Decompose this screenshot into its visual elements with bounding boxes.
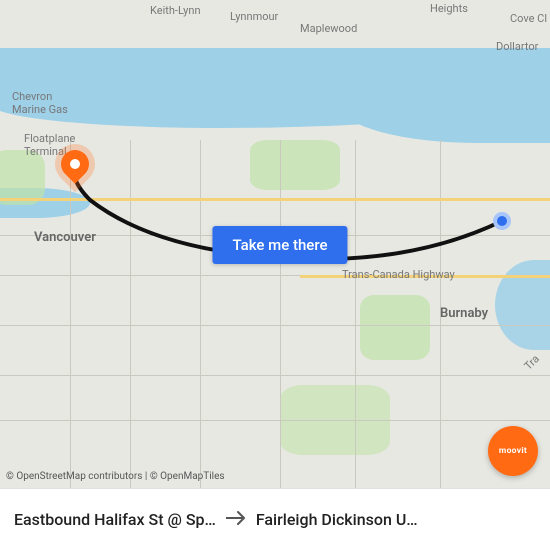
road	[0, 420, 550, 421]
road	[70, 140, 71, 488]
water-burnaby-lake	[495, 260, 550, 350]
map-label-tc2: Tra	[522, 352, 542, 372]
road	[130, 140, 131, 488]
map-label-vancouver: Vancouver	[34, 230, 96, 245]
route-from-label: Eastbound Halifax St @ Sp…	[14, 510, 216, 529]
route-footer: Eastbound Halifax St @ Sp… Fairleigh Dic…	[0, 488, 550, 550]
road	[355, 140, 356, 488]
map[interactable]: Keith-Lynn Lynnmour Maplewood Heights Co…	[0, 0, 550, 488]
map-label-burnaby: Burnaby	[440, 306, 488, 321]
road	[280, 140, 281, 488]
route-to-label: Fairleigh Dickinson U…	[256, 510, 418, 529]
take-me-there-button[interactable]: Take me there	[212, 226, 347, 264]
moovit-badge[interactable]: moovit	[488, 426, 538, 476]
pin-destination[interactable]	[61, 150, 89, 178]
land-north	[0, 0, 550, 55]
pin-destination-icon	[55, 144, 95, 184]
cta-label: Take me there	[232, 236, 327, 254]
park-area-4	[0, 150, 45, 205]
road	[0, 325, 550, 326]
road	[0, 375, 550, 376]
moovit-badge-label: moovit	[499, 446, 527, 456]
arrow-right-icon	[226, 510, 246, 529]
water-inlet-east	[340, 48, 550, 143]
road	[200, 140, 201, 488]
road	[440, 140, 441, 488]
highway-tch	[300, 275, 550, 278]
park-area-2	[360, 295, 430, 360]
park-area-1	[250, 140, 340, 190]
map-attribution: © OpenStreetMap contributors | © OpenMap…	[6, 471, 225, 482]
highway	[0, 198, 550, 201]
pin-origin[interactable]	[493, 212, 511, 230]
